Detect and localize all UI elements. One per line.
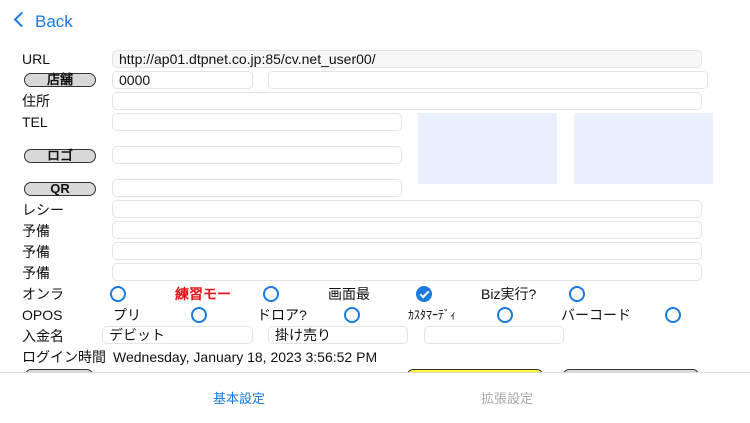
online-label: オンラ <box>22 286 64 302</box>
drawer-label: ドロア? <box>257 307 307 323</box>
spare-label-1: 予備 <box>22 223 50 239</box>
receipt-label: レシー <box>22 202 64 218</box>
address-field[interactable] <box>112 92 702 110</box>
customer-display-radio[interactable] <box>497 307 513 323</box>
store-button[interactable]: 店舗 <box>24 73 96 87</box>
login-time-value: Wednesday, January 18, 2023 3:56:52 PM <box>113 349 378 365</box>
payment-field-3[interactable] <box>424 326 564 344</box>
logo-field[interactable] <box>112 146 402 164</box>
logo-button[interactable]: ロゴ <box>24 149 96 163</box>
qr-field[interactable] <box>112 179 402 197</box>
back-label: Back <box>35 12 73 31</box>
store-name-field[interactable] <box>268 71 708 89</box>
tab-bar <box>0 372 750 423</box>
logo-image-preview <box>418 113 557 184</box>
online-radio[interactable] <box>110 286 126 302</box>
opos-label: OPOS <box>22 307 63 323</box>
address-label: 住所 <box>22 93 50 109</box>
printer-label: プリ <box>113 307 141 323</box>
tab-extended-settings[interactable]: 拡張設定 <box>481 388 533 407</box>
payment-label: 入金名 <box>22 328 64 344</box>
url-field[interactable]: http://ap01.dtpnet.co.jp:85/cv.net_user0… <box>112 50 702 68</box>
fullscreen-label: 画面最 <box>328 286 370 302</box>
url-label: URL <box>22 51 51 67</box>
chevron-left-icon <box>13 11 30 28</box>
store-code-field[interactable]: 0000 <box>112 71 253 89</box>
biz-run-label: Biz実行? <box>481 286 537 302</box>
tab-basic-settings[interactable]: 基本設定 <box>213 388 265 407</box>
barcode-radio[interactable] <box>665 307 681 323</box>
practice-mode-radio[interactable] <box>263 286 279 302</box>
tel-label: TEL <box>22 114 48 130</box>
biz-run-radio[interactable] <box>569 286 585 302</box>
back-button[interactable]: Back <box>12 11 73 32</box>
customer-display-label: ｶｽﾀﾏｰﾃﾞｨ <box>408 308 457 322</box>
payment-field-2[interactable]: 掛け売り <box>268 326 408 344</box>
barcode-label: バーコード <box>561 307 631 323</box>
printer-radio[interactable] <box>191 307 207 323</box>
qr-image-preview <box>574 113 713 184</box>
drawer-radio[interactable] <box>344 307 360 323</box>
spare-field-3[interactable] <box>112 263 702 281</box>
receipt-field[interactable] <box>112 200 702 218</box>
payment-field-1[interactable]: デビット <box>102 326 253 344</box>
qr-button[interactable]: QR <box>24 182 96 196</box>
spare-field-1[interactable] <box>112 221 702 239</box>
login-time-label: ログイン時間 <box>22 349 106 365</box>
spare-field-2[interactable] <box>112 242 702 260</box>
spare-label-2: 予備 <box>22 244 50 260</box>
tel-field[interactable] <box>112 113 402 131</box>
practice-mode-label: 練習モー <box>175 286 231 302</box>
fullscreen-radio-checked[interactable] <box>416 286 432 302</box>
spare-label-3: 予備 <box>22 265 50 281</box>
